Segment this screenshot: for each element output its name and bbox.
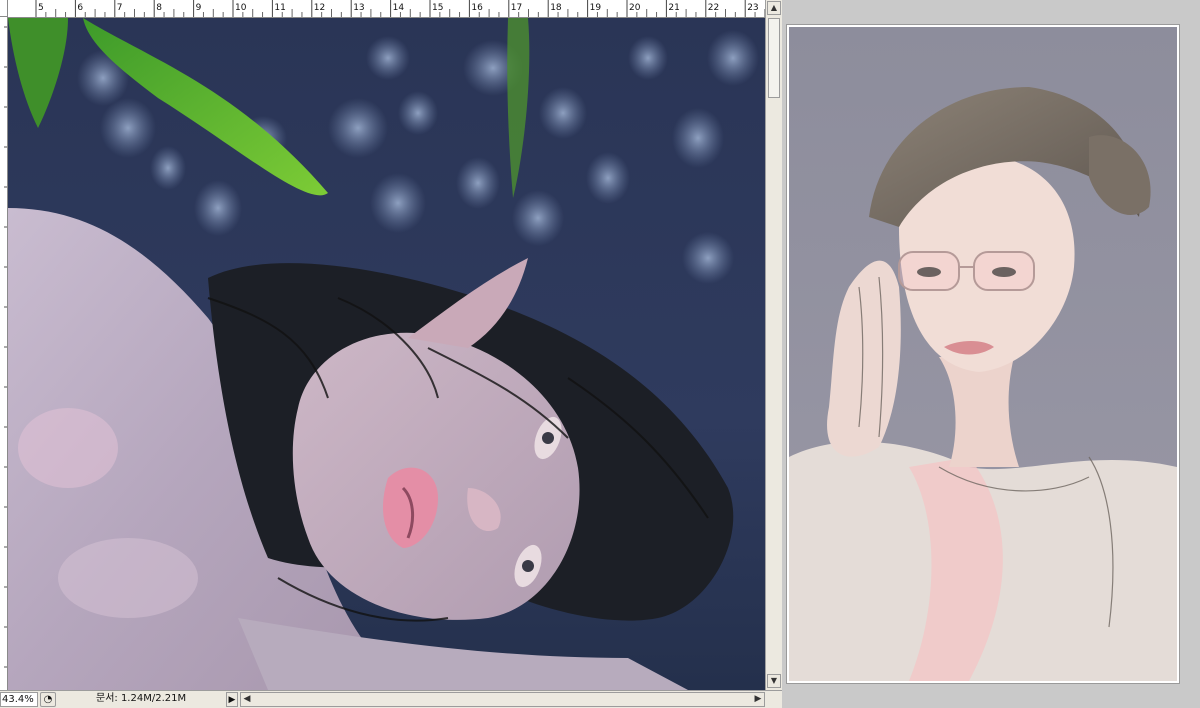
status-bar: 43.4% ◔ 문서: 1.24M/2.21M ▶ ◀ ▶: [0, 690, 782, 708]
horizontal-scrollbar[interactable]: ◀ ▶: [240, 692, 765, 707]
vertical-scroll-thumb[interactable]: [768, 18, 780, 98]
ruler-tick-label: 19: [590, 3, 602, 13]
reference-frame[interactable]: [786, 24, 1180, 684]
ruler-tick-label: 9: [196, 3, 202, 13]
ruler-origin[interactable]: [0, 0, 8, 17]
ruler-tick-label: 6: [77, 3, 83, 13]
scroll-down-icon[interactable]: ▼: [767, 674, 781, 688]
vertical-scrollbar[interactable]: ▲ ▼: [765, 0, 782, 690]
ruler-tick-label: 12: [314, 3, 325, 13]
document-size-info: 문서: 1.24M/2.21M: [96, 693, 187, 704]
ruler-tick-label: 10: [235, 3, 247, 13]
ruler-tick-label: 7: [117, 3, 123, 13]
reference-image: [789, 27, 1177, 681]
ruler-scale: 5 6 7 8 9 10 11 12 13 14 15 16 17 18 19 20 21 22 23: [35, 0, 765, 17]
ruler-tick-label: 16: [471, 3, 483, 13]
painting-canvas[interactable]: [8, 18, 765, 690]
painting-artwork: [8, 18, 765, 690]
scroll-up-icon[interactable]: ▲: [767, 1, 781, 15]
document-window: 5 6 7 8 9 10 11 12 13 14 15 16 17 18 19 20 21 22 23: [0, 0, 782, 708]
status-menu-arrow-icon[interactable]: ▶: [226, 692, 238, 707]
zoom-level-field[interactable]: 43.4%: [0, 692, 38, 707]
ruler-tick-label: 17: [511, 3, 522, 13]
ruler-tick-label: 8: [156, 3, 162, 13]
ruler-tick-label: 11: [274, 3, 285, 13]
ruler-tick-label: 18: [550, 3, 562, 13]
ruler-tick-label: 13: [353, 3, 364, 13]
ruler-tick-label: 15: [432, 3, 443, 13]
reference-panel: [782, 0, 1200, 708]
reference-painting: [789, 27, 1177, 681]
ruler-tick-label: 5: [38, 3, 44, 13]
ruler-tick-label: 14: [393, 3, 405, 13]
vertical-ruler-scale: [4, 26, 7, 668]
horizontal-ruler[interactable]: 5 6 7 8 9 10 11 12 13 14 15 16 17 18 19 20 21 22 23: [8, 0, 765, 18]
scroll-right-icon[interactable]: ▶: [752, 693, 764, 706]
scroll-left-icon[interactable]: ◀: [241, 693, 253, 706]
status-clock-icon[interactable]: ◔: [40, 692, 56, 707]
ruler-tick-label: 23: [747, 3, 758, 13]
ruler-tick-label: 20: [629, 3, 641, 13]
ruler-tick-label: 22: [708, 3, 719, 13]
vertical-ruler[interactable]: [0, 17, 8, 690]
ruler-tick-label: 21: [668, 3, 679, 13]
